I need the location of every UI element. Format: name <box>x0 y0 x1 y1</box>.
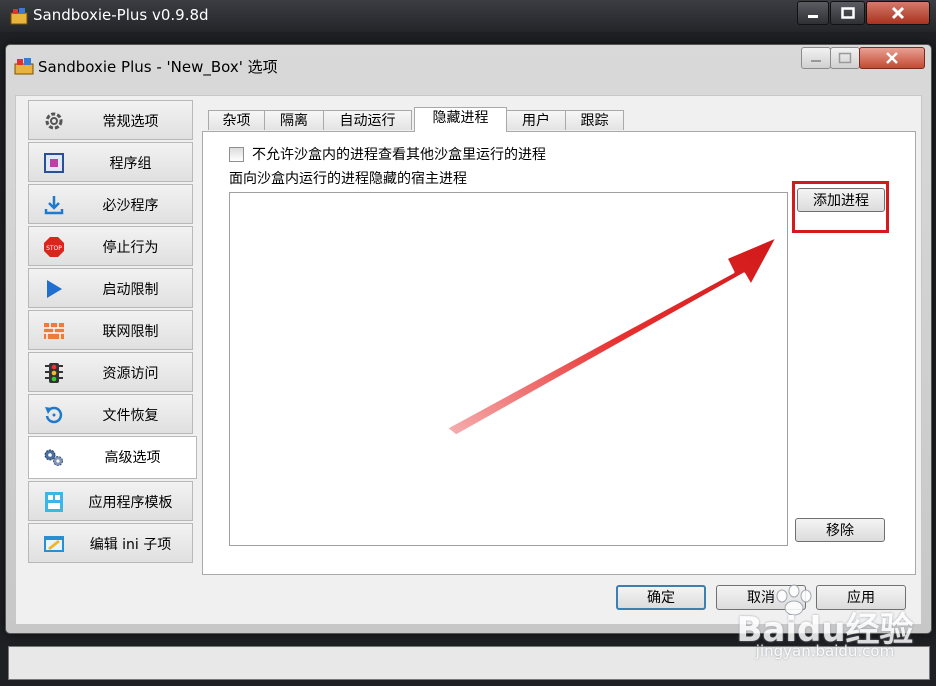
dialog-maximize-button[interactable] <box>830 47 860 69</box>
hide-other-boxes-option[interactable]: 不允许沙盒内的进程查看其他沙盒里运行的进程 <box>229 145 546 163</box>
svg-text:STOP: STOP <box>46 245 62 252</box>
sandboxie-app-icon <box>10 8 28 25</box>
play-icon <box>47 280 62 298</box>
tab-isolation[interactable]: 隔离 <box>264 110 324 130</box>
tab-tracing[interactable]: 跟踪 <box>565 110 624 130</box>
hide-other-boxes-label: 不允许沙盒内的进程查看其他沙盒里运行的进程 <box>252 147 546 163</box>
minimize-button[interactable] <box>797 1 829 25</box>
dialog-client-area: 常规选项 程序组 必沙程序 STOP 停止行为 启动限制 联网限制 资源访问 文… <box>15 95 922 625</box>
tab-hidden-processes[interactable]: 隐藏进程 <box>414 107 507 132</box>
dialog-title: Sandboxie Plus - 'New_Box' 选项 <box>38 58 278 76</box>
sidebar-item-resource-access[interactable]: 资源访问 <box>28 352 193 392</box>
remove-button[interactable]: 移除 <box>795 518 885 542</box>
gears-icon <box>44 449 63 466</box>
tab-autorun[interactable]: 自动运行 <box>323 110 412 130</box>
traffic-light-icon <box>45 363 63 383</box>
dialog-close-button[interactable] <box>859 47 925 69</box>
baidu-watermark: Baidu经验 jingyan.baidu.com <box>720 578 930 668</box>
sidebar-item-label: 启动限制 <box>102 282 159 298</box>
sidebar-item-label: 高级选项 <box>104 450 161 466</box>
dialog-minimize-button[interactable] <box>801 47 831 69</box>
hidden-process-list-caption: 面向沙盒内运行的进程隐藏的宿主进程 <box>229 171 467 187</box>
options-sidebar: 常规选项 程序组 必沙程序 STOP 停止行为 启动限制 联网限制 资源访问 文… <box>28 100 197 563</box>
sidebar-item-label: 常规选项 <box>102 114 159 130</box>
sidebar-item-label: 停止行为 <box>102 240 159 256</box>
minimize-icon <box>811 60 821 62</box>
maximize-button[interactable] <box>830 1 865 25</box>
sidebar-item-file-recovery[interactable]: 文件恢复 <box>28 394 193 434</box>
close-icon <box>891 6 905 20</box>
sidebar-item-general[interactable]: 常规选项 <box>28 100 193 140</box>
sidebar-item-edit-ini[interactable]: 编辑 ini 子项 <box>28 523 193 563</box>
sidebar-item-advanced[interactable]: 高级选项 <box>28 436 197 479</box>
highlight-box <box>792 181 889 233</box>
sidebar-item-label: 必沙程序 <box>102 198 159 214</box>
hidden-processes-panel: 不允许沙盒内的进程查看其他沙盒里运行的进程 面向沙盒内运行的进程隐藏的宿主进程 … <box>202 131 916 575</box>
main-window-title: Sandboxie-Plus v0.9.8d <box>33 6 209 24</box>
download-icon <box>44 196 64 215</box>
edit-ini-icon <box>44 536 64 552</box>
close-icon <box>886 52 898 64</box>
sidebar-item-start-restrictions[interactable]: 启动限制 <box>28 268 193 308</box>
gear-outline-icon <box>45 112 63 130</box>
sidebar-item-network-restrictions[interactable]: 联网限制 <box>28 310 193 350</box>
sidebar-item-forced-programs[interactable]: 必沙程序 <box>28 184 193 224</box>
sidebar-item-label: 联网限制 <box>102 324 159 340</box>
sidebar-item-app-templates[interactable]: 应用程序模板 <box>28 481 193 521</box>
options-dialog: Sandboxie Plus - 'New_Box' 选项 常规选项 程序组 必… <box>5 44 932 634</box>
sidebar-item-stop-behavior[interactable]: STOP 停止行为 <box>28 226 193 266</box>
maximize-icon <box>838 52 852 64</box>
sidebar-item-label: 程序组 <box>109 156 152 172</box>
main-title-bar: Sandboxie-Plus v0.9.8d <box>0 0 936 32</box>
close-button[interactable] <box>866 1 930 25</box>
sidebar-item-label: 应用程序模板 <box>88 495 173 511</box>
hidden-process-list[interactable] <box>229 192 788 546</box>
tab-strip: 杂项 隔离 自动运行 隐藏进程 用户 跟踪 <box>208 107 638 132</box>
hide-other-boxes-checkbox[interactable] <box>229 146 244 162</box>
firewall-icon <box>44 323 64 339</box>
sandboxie-dialog-icon <box>14 58 34 75</box>
template-icon <box>45 492 63 512</box>
sidebar-item-label: 编辑 ini 子项 <box>89 537 172 553</box>
sidebar-item-program-groups[interactable]: 程序组 <box>28 142 193 182</box>
tab-misc[interactable]: 杂项 <box>208 110 265 130</box>
sidebar-item-label: 资源访问 <box>102 366 159 382</box>
minimize-icon <box>808 15 818 18</box>
program-group-icon <box>44 153 64 173</box>
watermark-url: jingyan.baidu.com <box>755 642 895 660</box>
ok-button[interactable]: 确定 <box>616 585 706 610</box>
maximize-icon <box>840 7 855 19</box>
stop-sign-icon: STOP <box>44 237 64 257</box>
tab-users[interactable]: 用户 <box>506 110 566 130</box>
sidebar-item-label: 文件恢复 <box>102 408 159 424</box>
recovery-icon <box>45 406 63 424</box>
